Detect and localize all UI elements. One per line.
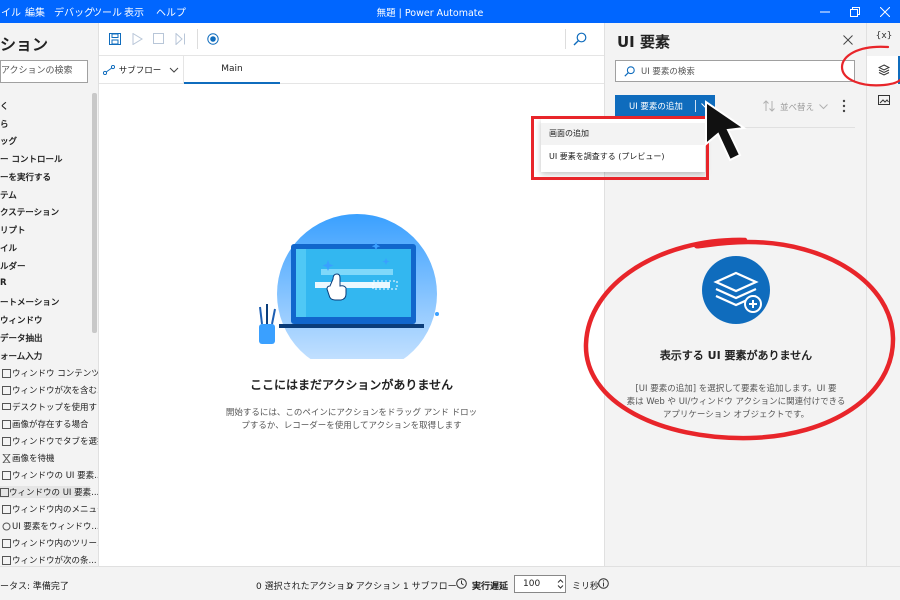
- action-item[interactable]: ウィンドウが次を含む...: [0, 384, 98, 396]
- category-item[interactable]: データ抽出: [0, 332, 43, 344]
- tab-main[interactable]: Main: [184, 56, 280, 84]
- info-icon[interactable]: [598, 578, 609, 589]
- window-action-icon: [0, 555, 12, 565]
- action-item[interactable]: 画像が存在する場合: [0, 418, 89, 430]
- mouse-cursor-icon: [705, 100, 747, 162]
- search-icon[interactable]: [573, 32, 587, 46]
- flow-toolbar: [99, 23, 604, 56]
- chevron-down-icon: [819, 104, 828, 110]
- delay-label: 実行遅延: [472, 582, 509, 592]
- category-item[interactable]: ッグ: [0, 135, 17, 147]
- category-item[interactable]: リプト: [0, 224, 26, 236]
- annotation-circle: [840, 45, 900, 87]
- status-text: ータス: 準備完了: [0, 582, 69, 592]
- sort-button[interactable]: 並べ替え: [780, 101, 814, 113]
- selected-actions-count: 0 選択されたアクション: [256, 582, 355, 592]
- desktop-icon: [0, 402, 12, 412]
- actions-count: 0 アクション: [347, 582, 401, 592]
- actions-pane: ション アクションの検索 く ら ッグ ー コントロール ーを実行する テム ク…: [0, 23, 99, 566]
- action-item[interactable]: ウィンドウの UI 要素...: [0, 469, 98, 481]
- close-window-button[interactable]: [870, 0, 900, 23]
- action-item-selected[interactable]: ウィンドウの UI 要素...: [0, 486, 98, 498]
- window-action-icon: [0, 385, 12, 395]
- run-icon[interactable]: [132, 33, 143, 45]
- delay-input[interactable]: 100: [514, 575, 566, 593]
- action-item[interactable]: 画像を待機: [0, 452, 55, 464]
- subflow-dropdown[interactable]: サブフロー: [99, 56, 184, 84]
- ui-elements-pane-title: UI 要素: [617, 33, 670, 51]
- menu-icon: [0, 504, 12, 514]
- subflow-label: サブフロー: [118, 66, 162, 76]
- annotation-rectangle: [531, 116, 709, 180]
- category-item[interactable]: ー コントロール: [0, 153, 62, 165]
- drag-icon: [0, 521, 12, 531]
- category-item[interactable]: R: [0, 278, 7, 288]
- tab-icon: [0, 436, 12, 446]
- category-item[interactable]: クステーション: [0, 206, 59, 218]
- step-icon[interactable]: [175, 33, 186, 45]
- flow-tabs: サブフロー Main: [99, 56, 604, 84]
- actions-search-input[interactable]: アクションの検索: [0, 60, 88, 83]
- title-bar: イル 編集 デバッグ ツール 表示 ヘルプ 無題 | Power Automat…: [0, 0, 900, 23]
- more-options-icon[interactable]: [842, 99, 846, 113]
- action-item[interactable]: ウィンドウ内のツリー...: [0, 537, 98, 549]
- action-item[interactable]: デスクトップを使用する: [0, 401, 98, 413]
- action-item[interactable]: UI 要素をウィンドウ...: [0, 520, 98, 532]
- record-icon[interactable]: [207, 33, 219, 45]
- action-item[interactable]: ウィンドウでタブを選択: [0, 435, 98, 447]
- category-item[interactable]: ーを実行する: [0, 171, 51, 183]
- window-action-icon: [0, 487, 9, 497]
- category-item[interactable]: イル: [0, 242, 17, 254]
- action-item[interactable]: ウィンドウ コンテンツ...: [0, 367, 98, 379]
- minimize-icon: [820, 11, 830, 12]
- empty-state-desc-2: プするか、レコーダーを使用してアクションを取得します: [241, 421, 462, 431]
- action-item[interactable]: ウィンドウ内のメニュー...: [0, 503, 98, 515]
- images-icon[interactable]: [878, 95, 890, 106]
- category-item[interactable]: ートメーション: [0, 296, 59, 308]
- window-action-icon: [0, 368, 12, 378]
- delay-unit: ミリ秒: [572, 582, 600, 592]
- ui-elements-search-input[interactable]: UI 要素の検索: [615, 60, 855, 82]
- restore-button[interactable]: [840, 0, 870, 23]
- toolbar-divider: [565, 29, 566, 49]
- save-icon[interactable]: [109, 33, 121, 45]
- window-action-icon: [0, 470, 12, 480]
- flow-canvas[interactable]: ここにはまだアクションがありません 開始するには、このペインにアクションをドラッ…: [99, 84, 604, 566]
- tree-icon: [0, 538, 12, 548]
- chevron-down-icon: [169, 67, 179, 73]
- category-item[interactable]: ウィンドウ: [0, 314, 43, 326]
- restore-icon: [850, 6, 860, 17]
- variables-rail-button[interactable]: {x}: [867, 31, 900, 41]
- search-icon: [624, 65, 635, 77]
- actions-pane-title: ション: [0, 35, 49, 54]
- category-item[interactable]: テム: [0, 189, 17, 201]
- image-icon: [0, 419, 12, 429]
- window-title: 無題 | Power Automate: [376, 8, 484, 19]
- empty-state-illustration: [259, 214, 449, 364]
- empty-state-desc-1: 開始するには、このペインにアクションをドラッグ アンド ドロッ: [225, 408, 478, 418]
- delay-value: 100: [523, 579, 541, 589]
- empty-state-title: ここにはまだアクションがありません: [249, 378, 454, 392]
- tab-main-label: Main: [221, 64, 243, 74]
- stepper-icon[interactable]: [557, 579, 564, 589]
- hourglass-icon: [0, 453, 12, 463]
- status-bar: ータス: 準備完了 0 選択されたアクション 0 アクション 1 サブフロー 実…: [0, 566, 900, 600]
- action-item[interactable]: ウィンドウが次の条...: [0, 554, 97, 566]
- minimize-button[interactable]: [810, 0, 840, 23]
- clock-icon: [456, 578, 467, 589]
- close-icon: [880, 6, 890, 17]
- split-divider: [695, 100, 696, 112]
- toolbar-divider: [197, 29, 198, 49]
- actions-scrollbar[interactable]: [92, 93, 97, 333]
- subflow-icon: [102, 65, 115, 75]
- category-item[interactable]: く: [0, 100, 9, 112]
- category-item[interactable]: ら: [0, 118, 9, 130]
- subflows-count: 1 サブフロー: [403, 582, 457, 592]
- category-item[interactable]: ォーム入力: [0, 350, 42, 362]
- stop-icon[interactable]: [153, 33, 164, 44]
- annotation-ellipse: [583, 237, 896, 441]
- category-item[interactable]: ルダー: [0, 260, 26, 272]
